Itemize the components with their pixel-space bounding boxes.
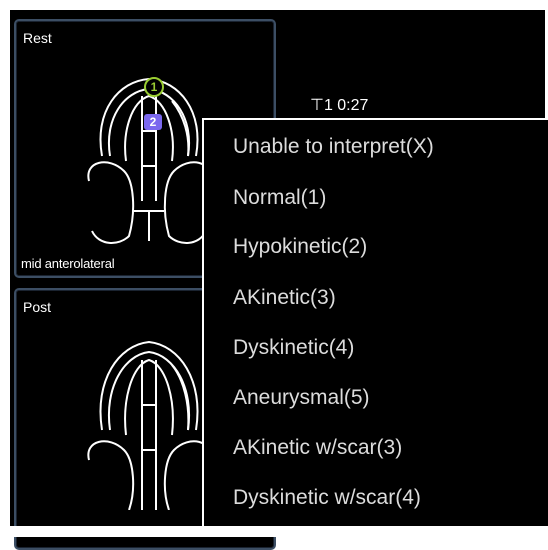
- menu-item-aneurysmal[interactable]: Aneurysmal(5): [233, 386, 370, 410]
- segment-marker-hypokinetic[interactable]: 2: [144, 114, 162, 130]
- wall-motion-score-menu[interactable]: Unable to interpret(X) Normal(1) Hypokinet…: [202, 118, 548, 532]
- menu-item-hypokinetic[interactable]: Hypokinetic(2): [233, 235, 367, 259]
- acquisition-time-readout: ⊤1 0:27: [310, 97, 369, 114]
- menu-item-unable-to-interpret[interactable]: Unable to interpret(X): [233, 135, 434, 159]
- menu-item-akinetic[interactable]: AKinetic(3): [233, 286, 336, 310]
- panel-title-post: Post: [23, 299, 52, 315]
- menu-item-dyskinetic[interactable]: Dyskinetic(4): [233, 336, 354, 360]
- menu-item-dyskinetic-with-scar[interactable]: Dyskinetic w/scar(4): [233, 486, 421, 510]
- panel-title-rest: Rest: [23, 30, 52, 46]
- segment-marker-normal-label: 1: [150, 80, 158, 94]
- menu-item-normal[interactable]: Normal(1): [233, 186, 326, 210]
- menu-item-akinetic-with-scar[interactable]: AKinetic w/scar(3): [233, 436, 402, 460]
- selected-segment-caption: mid anterolateral: [21, 256, 115, 271]
- segment-marker-normal[interactable]: 1: [144, 77, 164, 97]
- segment-marker-hypokinetic-label: 2: [149, 115, 157, 129]
- viewer-screen: Rest 1 2 mid anterolateral Post ⊤1 0:27 …: [10, 10, 548, 550]
- bottom-border: [0, 526, 548, 537]
